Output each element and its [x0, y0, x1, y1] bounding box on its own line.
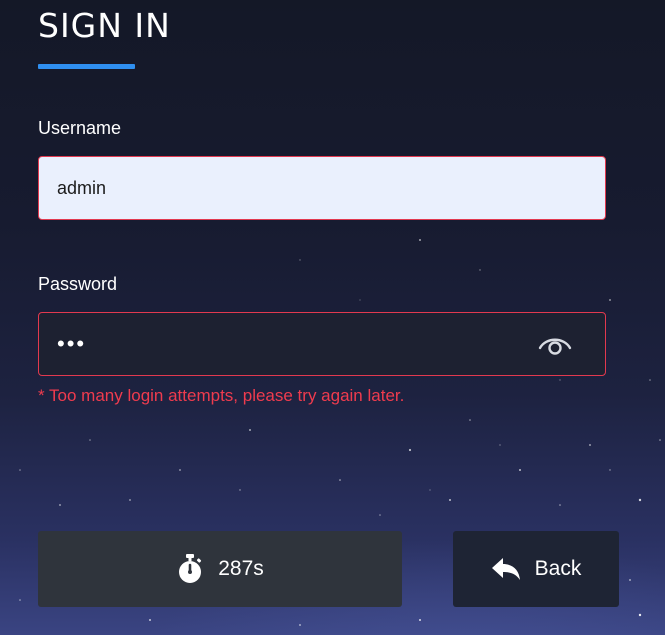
error-message: * Too many login attempts, please try ag…	[38, 386, 405, 405]
countdown-button[interactable]: 287s	[38, 531, 402, 607]
back-label: Back	[534, 557, 582, 580]
username-input[interactable]	[39, 157, 605, 219]
title-underline	[38, 64, 135, 69]
password-field[interactable]	[38, 312, 606, 376]
username-label: Username	[38, 118, 122, 138]
username-field[interactable]	[38, 156, 606, 220]
countdown-label: 287s	[218, 557, 264, 580]
reply-arrow-icon	[491, 556, 521, 582]
password-label: Password	[38, 274, 118, 294]
page-title: SIGN IN	[38, 6, 171, 45]
back-button[interactable]: Back	[453, 531, 619, 607]
password-input[interactable]	[39, 313, 605, 375]
eye-icon[interactable]	[535, 332, 575, 358]
stopwatch-icon	[176, 554, 204, 584]
